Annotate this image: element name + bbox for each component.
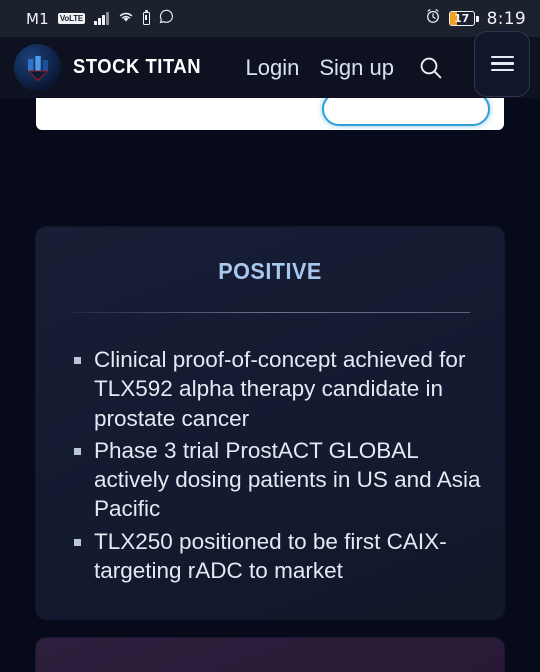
status-bar-right: 17 8:19 bbox=[425, 8, 526, 29]
app-header: STOCK TITAN Login Sign up bbox=[0, 30, 540, 98]
positive-card-divider bbox=[70, 312, 470, 313]
battery-indicator: 17 bbox=[448, 11, 479, 26]
signal-bars-icon bbox=[94, 12, 109, 25]
brand-label: STOCK TITAN bbox=[73, 56, 202, 78]
wifi-icon bbox=[118, 10, 134, 28]
list-item: Phase 3 trial ProstACT GLOBAL actively d… bbox=[70, 436, 482, 524]
battery-percent-label: 17 bbox=[453, 12, 470, 25]
status-bar-left: M1 VoLTE bbox=[26, 9, 174, 29]
whatsapp-icon bbox=[159, 9, 174, 29]
hamburger-menu-icon[interactable] bbox=[474, 30, 530, 97]
login-link[interactable]: Login bbox=[246, 55, 300, 81]
list-item: Clinical proof-of-concept achieved for T… bbox=[70, 345, 482, 433]
carrier-label: M1 bbox=[26, 9, 49, 28]
page-content: Positive Clinical proof-of-concept achie… bbox=[0, 98, 540, 672]
signup-link[interactable]: Sign up bbox=[319, 55, 394, 81]
volte-badge: VoLTE bbox=[57, 13, 86, 24]
previous-card-action-button[interactable] bbox=[322, 98, 490, 126]
brand-home-link[interactable]: STOCK TITAN bbox=[14, 44, 212, 91]
positive-card: Positive Clinical proof-of-concept achie… bbox=[36, 227, 504, 619]
search-icon[interactable] bbox=[414, 51, 448, 85]
clock-label: 8:19 bbox=[486, 8, 526, 29]
battery-icon: 17 bbox=[448, 11, 475, 26]
header-nav: Login Sign up bbox=[246, 30, 530, 97]
stock-titan-logo-icon bbox=[14, 44, 61, 91]
positive-bullet-list: Clinical proof-of-concept achieved for T… bbox=[70, 345, 482, 585]
negative-card-title: Negative bbox=[71, 662, 470, 672]
positive-card-title: Positive bbox=[218, 249, 322, 286]
alarm-icon bbox=[425, 8, 441, 29]
negative-card: Negative None. bbox=[36, 638, 504, 672]
status-bar: M1 VoLTE 17 8:19 bbox=[0, 0, 540, 37]
previous-card-partial bbox=[36, 98, 504, 130]
list-item: TLX250 positioned to be first CAIX-targe… bbox=[70, 527, 482, 586]
sim-alert-icon bbox=[142, 10, 150, 25]
